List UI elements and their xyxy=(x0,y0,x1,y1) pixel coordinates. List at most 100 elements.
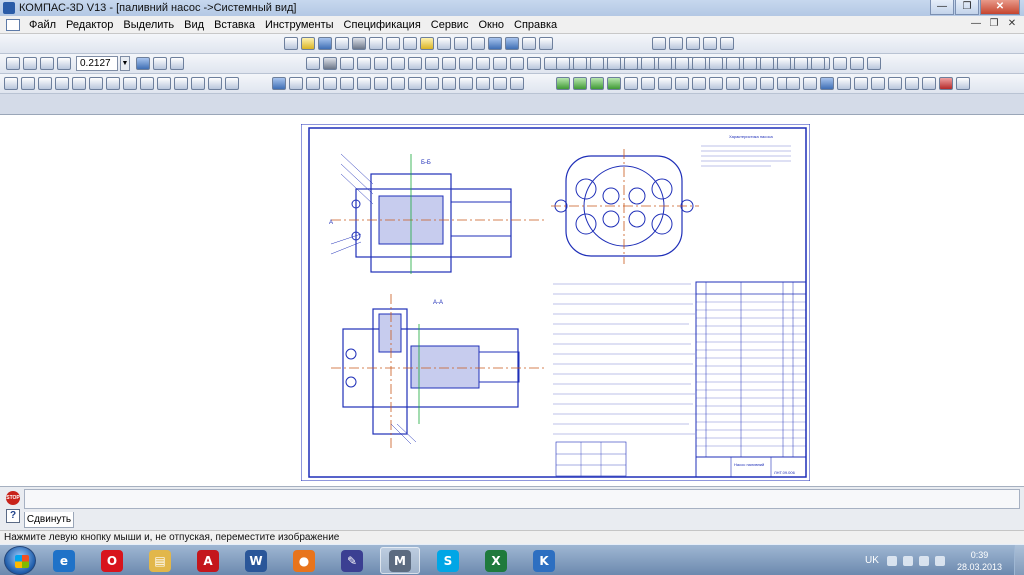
copy-object-icon[interactable] xyxy=(357,77,371,90)
fragment-icon[interactable] xyxy=(191,77,205,90)
trim-icon[interactable] xyxy=(777,57,791,70)
zoom-in-icon[interactable] xyxy=(23,57,37,70)
taskbar-skype-button[interactable]: S xyxy=(428,547,468,574)
manager-icon[interactable] xyxy=(437,37,451,50)
target-icon[interactable] xyxy=(905,77,919,90)
minimize-button[interactable]: — xyxy=(930,0,954,15)
drawing-canvas[interactable]: Б-Б А Характеристика насоса А-А Насос па… xyxy=(0,114,1024,486)
constraint-icon[interactable] xyxy=(493,77,507,90)
cut-object-icon[interactable] xyxy=(391,77,405,90)
split-icon[interactable] xyxy=(811,57,825,70)
properties-icon[interactable] xyxy=(420,37,434,50)
reports-panel-icon[interactable] xyxy=(157,77,171,90)
clear-area-icon[interactable] xyxy=(425,77,439,90)
tray-arrow-icon[interactable] xyxy=(886,555,897,566)
cut-icon[interactable] xyxy=(369,37,383,50)
image-insert-icon[interactable] xyxy=(225,77,239,90)
dimensions-panel-icon[interactable] xyxy=(21,77,35,90)
clock[interactable]: 0:39 28.03.2013 xyxy=(957,549,1002,573)
snap-point-icon[interactable] xyxy=(658,77,672,90)
variables-fx-icon[interactable] xyxy=(522,37,536,50)
taskbar-kompas-button[interactable]: M xyxy=(380,547,420,574)
local-cs-icon[interactable] xyxy=(854,77,868,90)
ortho-icon[interactable] xyxy=(803,77,817,90)
rotate-icon[interactable] xyxy=(306,77,320,90)
fill-icon[interactable] xyxy=(374,57,388,70)
contour-icon[interactable] xyxy=(709,57,723,70)
properties-bar[interactable] xyxy=(24,489,1020,509)
macro-icon[interactable] xyxy=(208,77,222,90)
taskbar-explorer-button[interactable]: ▤ xyxy=(140,547,180,574)
snap-center-icon[interactable] xyxy=(624,77,638,90)
insert-panel-icon[interactable] xyxy=(174,77,188,90)
spec-icon[interactable] xyxy=(323,57,337,70)
measure-icon[interactable] xyxy=(408,57,422,70)
taskbar-firefox-button[interactable]: ● xyxy=(284,547,324,574)
frame-icon[interactable] xyxy=(703,37,717,50)
document-icon[interactable] xyxy=(6,18,20,31)
selection-panel-icon[interactable] xyxy=(106,77,120,90)
taskbar-kompas-viewer-button[interactable]: K xyxy=(524,547,564,574)
select-icon[interactable] xyxy=(272,77,286,90)
rectangle-icon[interactable] xyxy=(658,57,672,70)
taskbar-ie-button[interactable]: e xyxy=(44,547,84,574)
zoom-scale-icon[interactable] xyxy=(57,57,71,70)
note-icon[interactable] xyxy=(442,57,456,70)
help-button[interactable]: ? xyxy=(6,509,20,523)
flag-icon[interactable] xyxy=(934,555,945,566)
designations-panel-icon[interactable] xyxy=(38,77,52,90)
parameters-icon[interactable] xyxy=(476,77,490,90)
cursor-cross-icon[interactable] xyxy=(786,77,800,90)
chamfer-icon[interactable] xyxy=(760,57,774,70)
doc-close-button[interactable]: ✕ xyxy=(1004,17,1020,31)
snap-magnet-red-icon[interactable] xyxy=(939,77,953,90)
snap-xy-icon[interactable] xyxy=(743,77,757,90)
taskbar-acrobat-button[interactable]: A xyxy=(188,547,228,574)
menu-file[interactable]: Файл xyxy=(24,19,61,31)
fix-icon[interactable] xyxy=(510,77,524,90)
line-style-icon[interactable] xyxy=(391,57,405,70)
array-icon[interactable] xyxy=(459,77,473,90)
rounding-icon[interactable] xyxy=(888,77,902,90)
taskbar-opera-button[interactable]: O xyxy=(92,547,132,574)
grid-toggle-icon[interactable] xyxy=(871,77,885,90)
fillet-icon[interactable] xyxy=(743,57,757,70)
arc-icon[interactable] xyxy=(624,57,638,70)
doc-minimize-button[interactable]: — xyxy=(968,17,984,31)
geometry-panel-icon[interactable] xyxy=(4,77,18,90)
dim-edit-icon[interactable] xyxy=(833,57,847,70)
calculator-icon[interactable] xyxy=(505,37,519,50)
snap-tangent-icon[interactable] xyxy=(675,77,689,90)
move-icon[interactable] xyxy=(289,77,303,90)
taskbar-kompas-pen-button[interactable]: ✎ xyxy=(332,547,372,574)
view-manager-icon[interactable] xyxy=(669,37,683,50)
text-icon[interactable] xyxy=(340,57,354,70)
taskbar-excel-button[interactable]: X xyxy=(476,547,516,574)
extend-icon[interactable] xyxy=(794,57,808,70)
circle-icon[interactable] xyxy=(607,57,621,70)
menu-editor[interactable]: Редактор xyxy=(61,19,118,31)
menu-window[interactable]: Окно xyxy=(473,19,509,31)
table-icon[interactable] xyxy=(306,57,320,70)
snap-intersect-icon[interactable] xyxy=(573,77,587,90)
segment-icon[interactable] xyxy=(590,57,604,70)
menu-help[interactable]: Справка xyxy=(509,19,562,31)
zoom-window-icon[interactable] xyxy=(6,57,20,70)
close-button[interactable]: ✕ xyxy=(980,0,1020,15)
zoom-dropdown[interactable]: ▼ xyxy=(120,56,130,71)
volume-icon[interactable] xyxy=(918,555,929,566)
zoom-out-icon[interactable] xyxy=(40,57,54,70)
snap-options-icon[interactable] xyxy=(956,77,970,90)
mirror-icon[interactable] xyxy=(340,77,354,90)
stop-button[interactable]: STOP xyxy=(6,491,20,505)
undo-icon[interactable] xyxy=(454,37,468,50)
save-icon[interactable] xyxy=(318,37,332,50)
deform-icon[interactable] xyxy=(374,77,388,90)
zoom-input[interactable]: 0.2127 xyxy=(76,56,118,71)
dim-options-icon[interactable] xyxy=(867,57,881,70)
angle-snap-icon[interactable] xyxy=(820,77,834,90)
base-icon[interactable] xyxy=(476,57,490,70)
insert-view-icon[interactable] xyxy=(720,37,734,50)
help-pointer-icon[interactable] xyxy=(539,37,553,50)
snap-middle-icon[interactable] xyxy=(607,77,621,90)
